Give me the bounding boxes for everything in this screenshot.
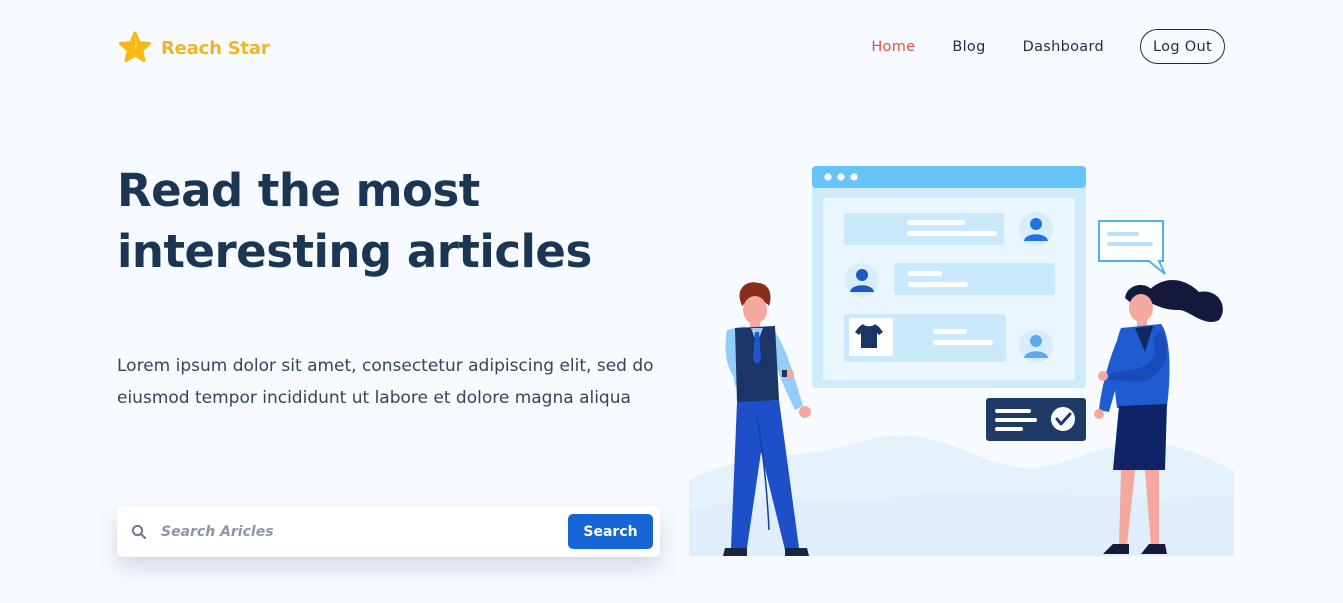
top-nav: Home Blog Dashboard Log Out [871,29,1225,64]
chat-bubble-icon [1098,220,1166,275]
landing-page: Reach Star Home Blog Dashboard Log Out R… [0,0,1343,603]
hero-title-line-2: interesting articles [117,225,592,278]
star-icon [118,31,152,63]
hero-description: Lorem ipsum dolor sit amet, consectetur … [117,350,677,414]
hero-description-line-1: Lorem ipsum dolor sit amet, consectetur … [117,356,654,376]
nav-item-dashboard[interactable]: Dashboard [1023,39,1104,55]
nav-item-blog[interactable]: Blog [952,39,985,55]
hero-illustration [689,166,1234,556]
hero-title: Read the most interesting articles [117,160,637,282]
search-button[interactable]: Search [568,514,653,549]
search-icon [131,524,147,539]
logout-button[interactable]: Log Out [1140,29,1225,64]
browser-window [812,166,1086,388]
brand-logo[interactable]: Reach Star [117,30,270,66]
checkmark-icon [986,398,1086,441]
hero-title-line-1: Read the most [117,164,480,217]
brand-name: Reach Star [161,37,270,59]
search-bar: Search [117,506,660,557]
search-input[interactable] [159,515,553,548]
hero-description-line-2: eiusmod tempor incididunt ut labore et d… [117,388,631,408]
nav-item-home[interactable]: Home [871,39,915,55]
